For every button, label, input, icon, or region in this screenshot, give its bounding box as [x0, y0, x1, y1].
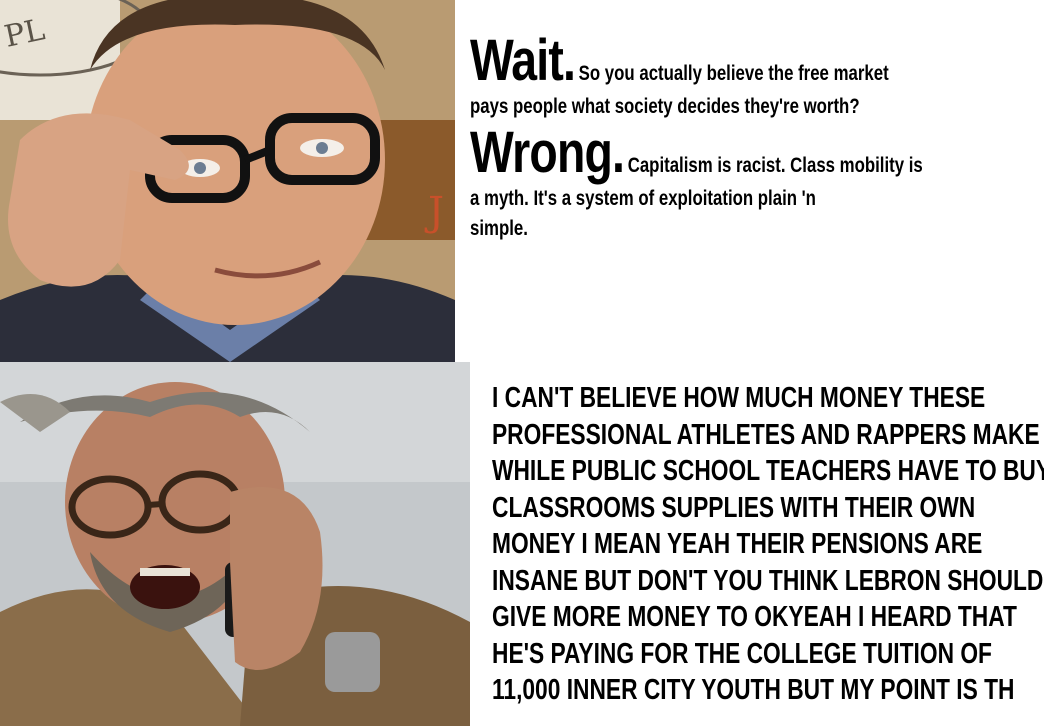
top-caption-line-2: pays people what society decides they're…	[470, 95, 860, 118]
bottom-caption-line: 11,000 INNER CITY YOUTH BUT MY POINT IS …	[492, 674, 1015, 706]
bottom-caption-line: CLASSROOMS SUPPLIES WITH THEIR OWN	[492, 491, 976, 524]
wrong-word: Wrong.	[470, 120, 625, 185]
bottom-caption-line: INSANE BUT DON'T YOU THINK LEBRON SHOULD	[492, 564, 1044, 597]
wrong-rest-text: Capitalism is racist. Class mobility is	[627, 154, 923, 177]
top-photo-illustration: PL J	[0, 0, 455, 362]
bottom-caption: I CAN'T BELIEVE HOW MUCH MONEY THESE PRO…	[492, 380, 1044, 709]
bottom-caption-line: PROFESSIONAL ATHLETES AND RAPPERS MAKE	[492, 418, 1040, 451]
bottom-caption-line: GIVE MORE MONEY TO OKYEAH I HEARD THAT	[492, 601, 1017, 633]
top-caption-line-4: a myth. It's a system of exploitation pl…	[470, 187, 816, 210]
bottom-caption-line: WHILE PUBLIC SCHOOL TEACHERS HAVE TO BUY	[492, 455, 1044, 487]
bottom-caption-line: MONEY I MEAN YEAH THEIR PENSIONS ARE	[492, 528, 983, 560]
top-photo: PL J	[0, 0, 455, 362]
top-caption-line-3: Wrong. Capitalism is racist. Class mobil…	[470, 120, 923, 185]
top-caption-line-5: simple.	[470, 217, 528, 240]
top-caption: Wait. So you actually believe the free m…	[470, 30, 923, 244]
bottom-photo-illustration	[0, 362, 470, 726]
wait-rest-text: So you actually believe the free market	[578, 62, 889, 85]
top-caption-line-1: Wait. So you actually believe the free m…	[470, 30, 918, 92]
bottom-caption-line: I CAN'T BELIEVE HOW MUCH MONEY THESE	[492, 382, 986, 414]
bottom-photo	[0, 362, 470, 726]
wait-word: Wait.	[470, 28, 576, 93]
bottom-caption-line: HE'S PAYING FOR THE COLLEGE TUITION OF	[492, 637, 992, 670]
